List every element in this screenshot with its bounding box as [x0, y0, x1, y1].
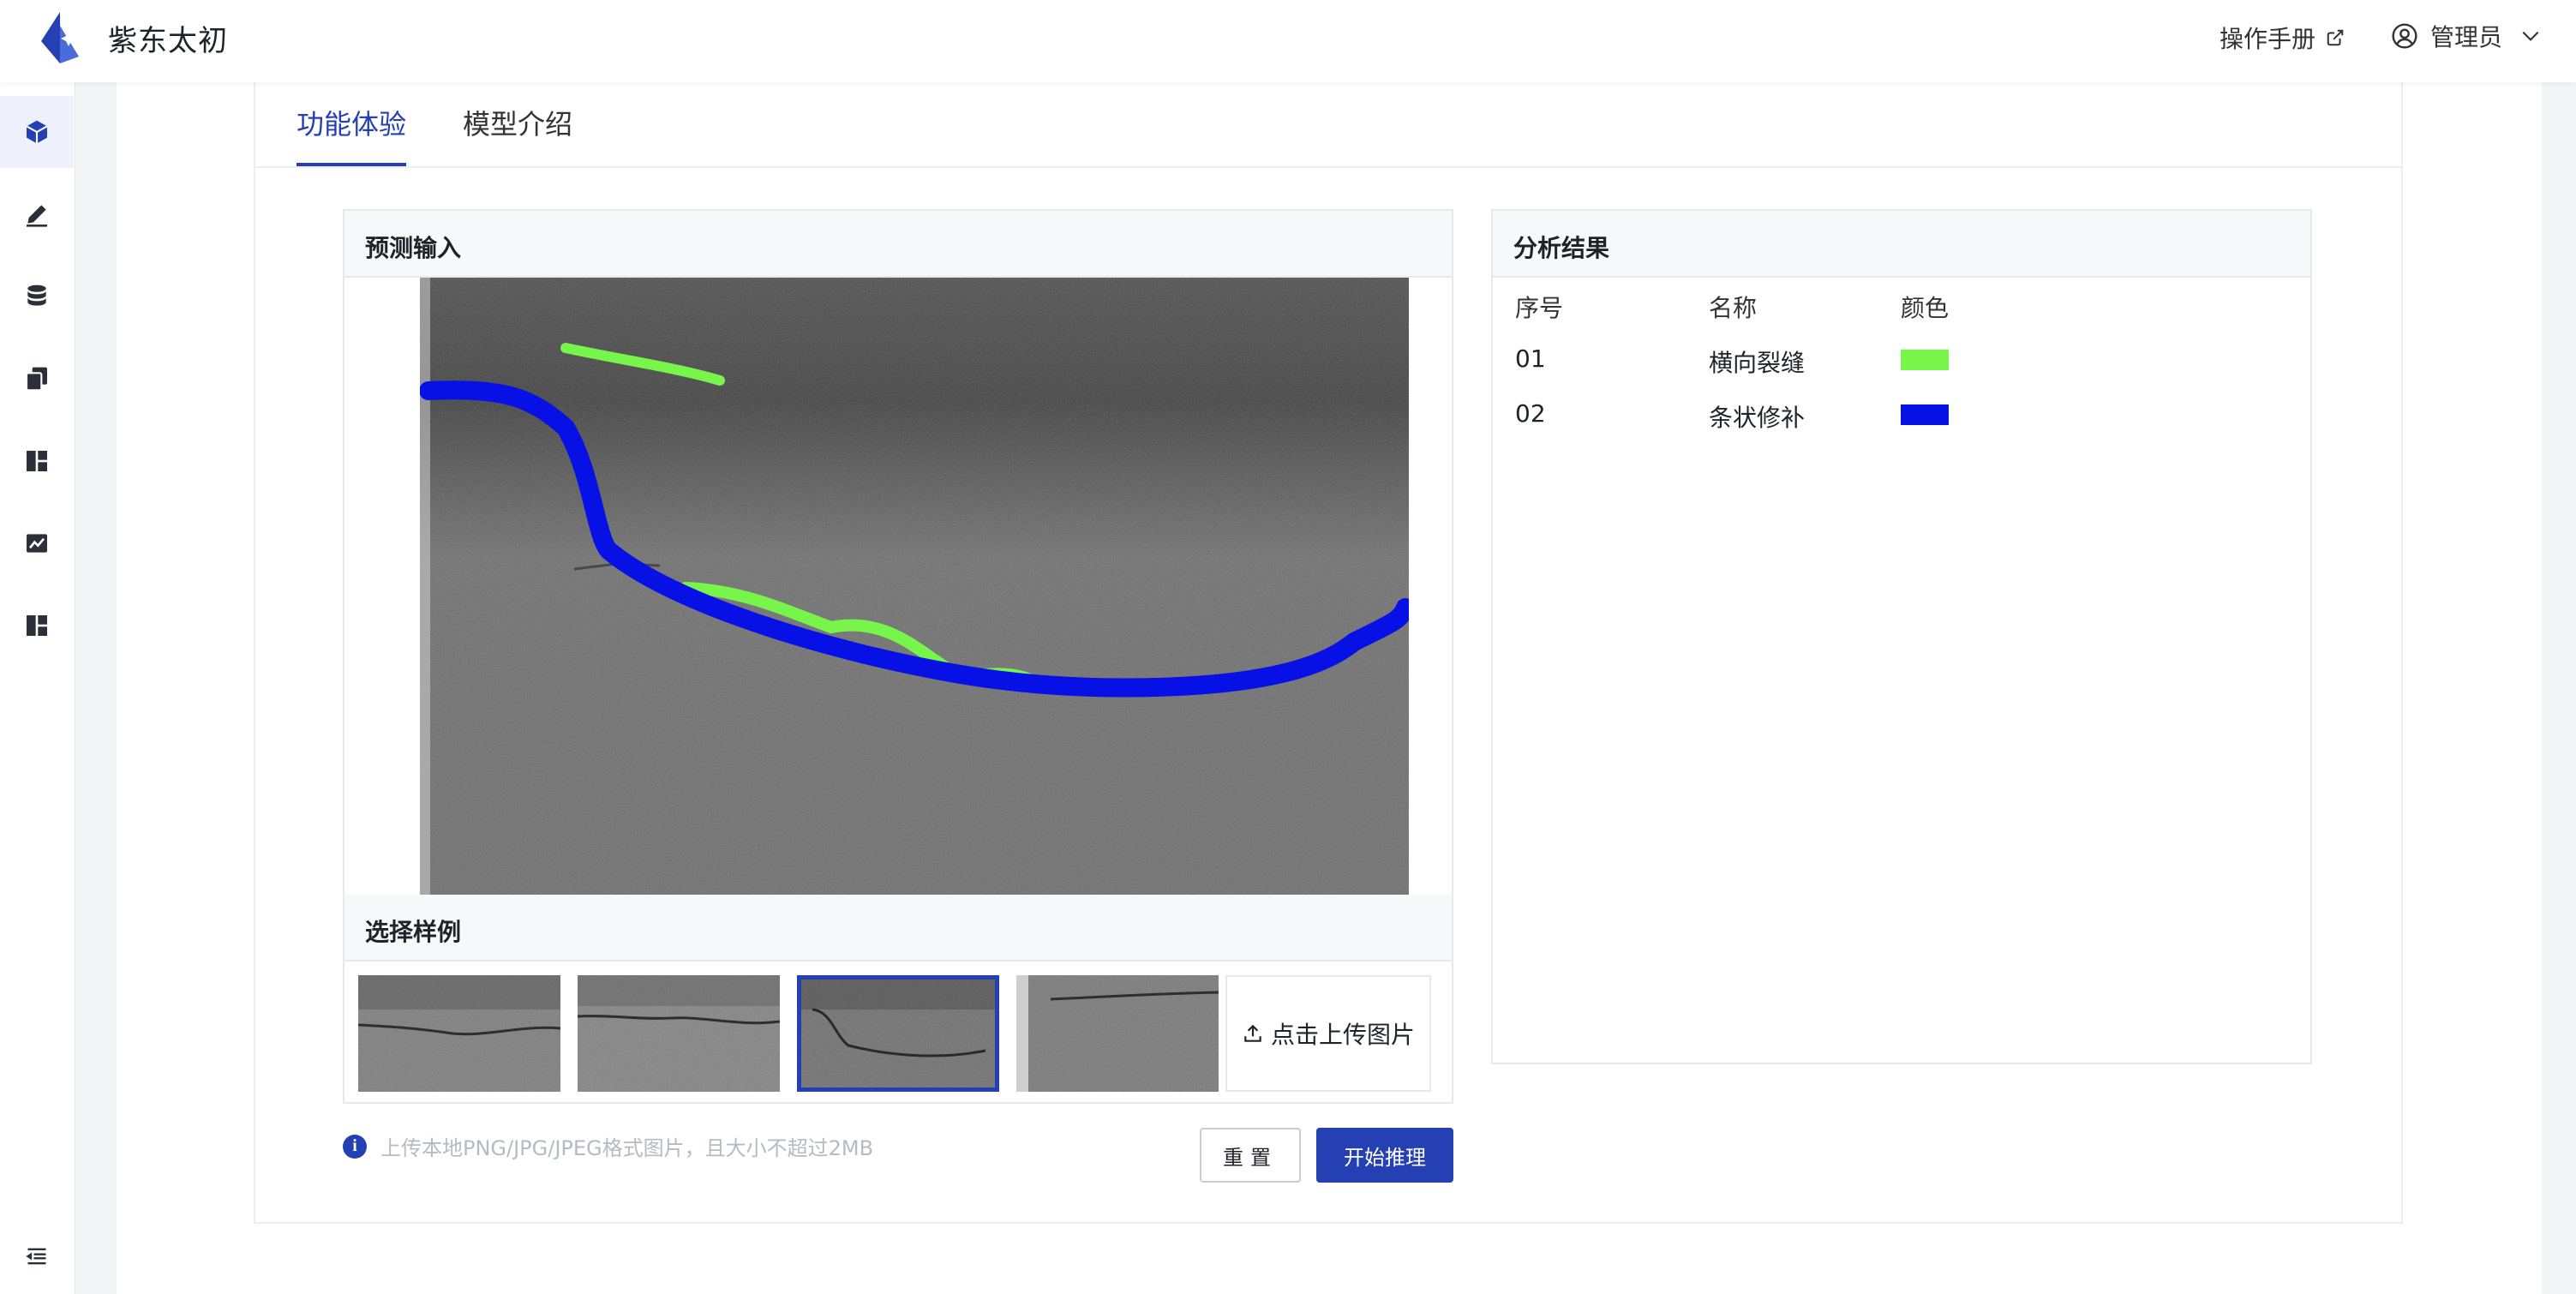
- tab-bar: 功能体验 模型介绍: [255, 82, 2401, 168]
- sample-thumbnail-selected[interactable]: [797, 975, 999, 1092]
- external-link-icon: [2327, 29, 2344, 46]
- sample-thumbnail[interactable]: [578, 975, 780, 1092]
- upload-icon: [1244, 1024, 1261, 1042]
- chart-icon: [27, 534, 47, 553]
- active-tab-indicator: [297, 163, 406, 166]
- tab-experience[interactable]: 功能体验: [297, 103, 406, 142]
- color-swatch: [1901, 350, 1949, 370]
- color-swatch: [1901, 404, 1949, 425]
- tab-model-intro[interactable]: 模型介绍: [463, 103, 572, 142]
- predict-input-title: 预测输入: [344, 211, 1452, 278]
- sidebar-item-data[interactable]: [0, 261, 74, 332]
- reset-button[interactable]: 重置: [1200, 1128, 1301, 1183]
- predict-input-panel: 预测输入 选择样例 点击上传图片: [343, 209, 1453, 1104]
- row-name: 条状修补: [1709, 404, 1806, 432]
- collapse-menu-icon: [26, 1248, 46, 1265]
- analysis-result-title: 分析结果: [1493, 211, 2310, 278]
- sample-thumbnail[interactable]: [358, 975, 560, 1092]
- sidebar-item-layout[interactable]: [0, 590, 74, 662]
- info-icon: i: [343, 1134, 367, 1159]
- user-name: 管理员: [2429, 23, 2502, 51]
- cube-icon: [26, 120, 48, 144]
- layout-icon: [27, 615, 47, 636]
- user-avatar-icon: [2392, 23, 2417, 49]
- column-index: 序号: [1515, 294, 1564, 322]
- manual-label: 操作手册: [2219, 25, 2315, 53]
- row-index: 01: [1515, 344, 1546, 373]
- analysis-result-panel: 分析结果 序号 名称 颜色 01 横向裂缝 02 条状修补: [1491, 209, 2312, 1064]
- sidebar-item-tasks[interactable]: [0, 343, 74, 415]
- sidebar-item-dashboard[interactable]: [0, 425, 74, 497]
- sidebar-item-models[interactable]: [0, 96, 74, 168]
- upload-image-button[interactable]: 点击上传图片: [1225, 975, 1431, 1092]
- sample-thumbnails: 点击上传图片: [344, 962, 1452, 1104]
- sample-thumbnail[interactable]: [1016, 975, 1219, 1092]
- upload-hint: i 上传本地PNG/JPG/JPEG格式图片，且大小不超过2MB: [343, 1131, 873, 1161]
- row-name: 横向裂缝: [1709, 349, 1806, 377]
- pencil-icon: [27, 205, 47, 227]
- row-index: 02: [1515, 399, 1546, 428]
- user-menu[interactable]: 管理员: [2391, 19, 2542, 53]
- start-inference-button[interactable]: 开始推理: [1316, 1128, 1453, 1183]
- preview-image: [420, 278, 1409, 895]
- sidebar: [0, 82, 75, 1294]
- chevron-down-icon: [2522, 31, 2539, 41]
- dashboard-icon: [27, 451, 47, 471]
- sidebar-item-analytics[interactable]: [0, 507, 74, 579]
- manual-link[interactable]: 操作手册: [2220, 21, 2345, 55]
- sidebar-item-annotate[interactable]: [0, 178, 74, 250]
- column-color: 颜色: [1901, 294, 1950, 322]
- upload-label: 点击上传图片: [1270, 1021, 1415, 1049]
- database-icon: [27, 285, 46, 306]
- select-sample-title: 选择样例: [344, 895, 1452, 962]
- sidebar-collapse-button[interactable]: [0, 1220, 74, 1292]
- column-name: 名称: [1709, 294, 1758, 322]
- app-logo: [41, 12, 79, 63]
- upload-hint-text: 上传本地PNG/JPG/JPEG格式图片，且大小不超过2MB: [380, 1136, 874, 1160]
- top-header: 紫东太初 操作手册 管理员: [0, 0, 2576, 82]
- app-title: 紫东太初: [108, 24, 228, 58]
- copy-icon: [25, 367, 47, 392]
